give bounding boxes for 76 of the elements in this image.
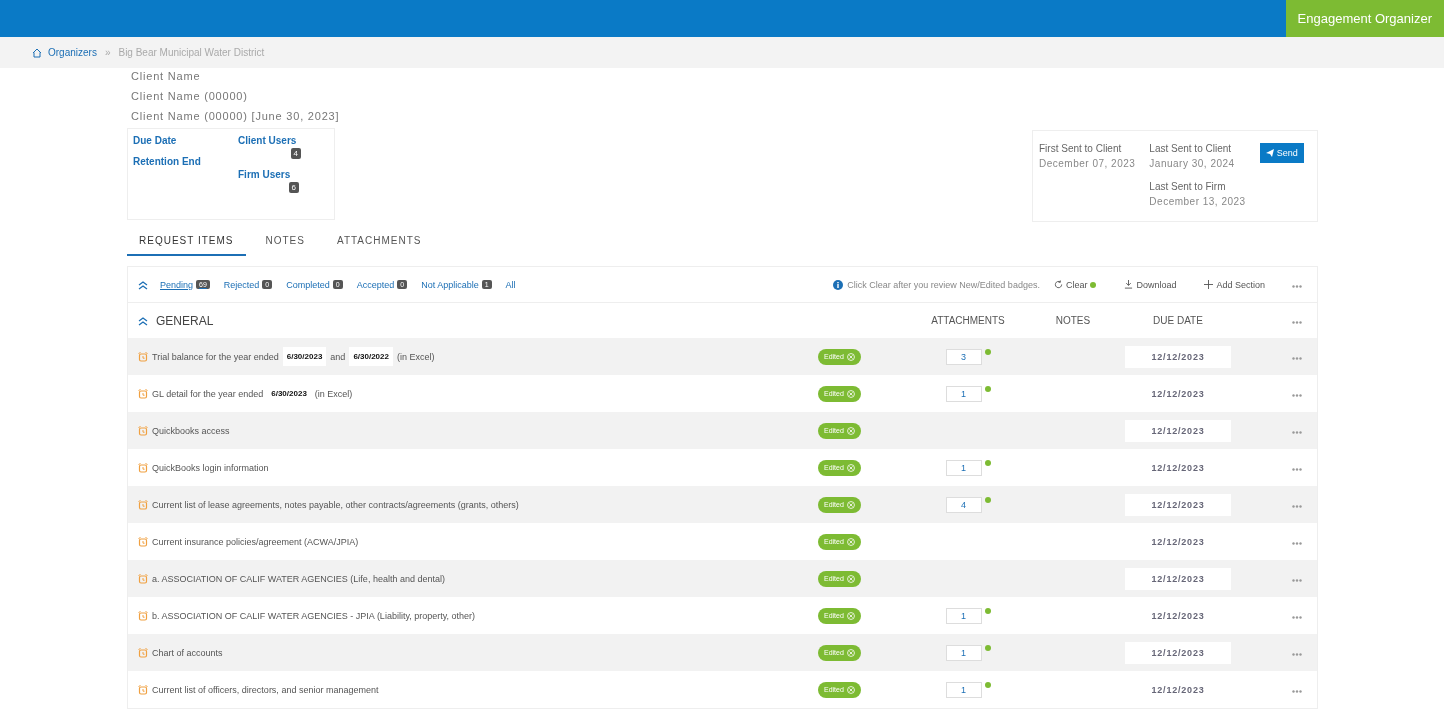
item-text: and <box>330 351 346 362</box>
alarm-clock-icon <box>138 536 148 547</box>
field-label: Retention End <box>133 156 202 167</box>
item-text: Quickbooks access <box>152 425 230 436</box>
field-label: Client Users <box>238 135 298 146</box>
breadcrumb-current: Big Bear Municipal Water District <box>118 47 265 58</box>
field-value: January 30, 2024 <box>1149 158 1236 169</box>
item-text: QuickBooks login information <box>152 462 269 473</box>
alarm-clock-icon <box>138 647 148 658</box>
attachment-count[interactable]: 1 <box>945 644 982 661</box>
clear-button[interactable]: Clear <box>1047 278 1103 291</box>
tab[interactable]: REQUEST ITEMS <box>127 226 246 256</box>
attachment-count[interactable]: 3 <box>945 348 982 365</box>
collapse-icon[interactable] <box>138 315 148 326</box>
add-section-button[interactable]: Add Section <box>1198 278 1271 291</box>
send-button[interactable]: Send <box>1259 143 1304 163</box>
item-text: Current insurance policies/agreement (ACWA/JPIA) <box>152 536 359 547</box>
refresh-icon <box>1053 280 1063 289</box>
item-text: Trial balance for the year ended <box>152 351 279 362</box>
client-name: Client Name (00000) [June 30, 2023] <box>130 109 341 124</box>
item-text: Current list of lease agreements, notes payable, other contracts/agreements (grants, others) <box>152 499 519 510</box>
download-button[interactable]: Download <box>1118 278 1183 291</box>
field-label: Due Date <box>133 135 178 146</box>
alarm-clock-icon <box>138 351 148 362</box>
tab[interactable]: ATTACHMENTS <box>324 226 434 256</box>
alarm-clock-icon <box>138 425 148 436</box>
alarm-clock-icon <box>138 610 148 621</box>
breadcrumb-link[interactable]: Organizers <box>32 47 97 58</box>
item-text: (in Excel) <box>314 388 353 399</box>
home-icon <box>32 47 42 58</box>
count-badge: 4 <box>290 148 301 159</box>
plus-icon <box>1204 280 1214 289</box>
count-badge: 6 <box>288 182 299 193</box>
alarm-clock-icon <box>138 684 148 695</box>
collapse-icon[interactable] <box>138 279 148 290</box>
item-text: a. ASSOCIATION OF CALIF WATER AGENCIES (Life, health and dental) <box>152 573 445 584</box>
info-icon <box>833 279 844 290</box>
item-text: Current list of officers, directors, and senior management <box>152 684 379 695</box>
column-header: NOTES <box>1054 315 1092 326</box>
alarm-clock-icon <box>138 573 148 584</box>
column-header: ATTACHMENTS <box>930 315 1006 326</box>
client-name: Client Name (00000) <box>130 89 249 104</box>
field-label: Last Sent to Firm <box>1149 181 1227 192</box>
breadcrumb-separator: » <box>104 47 111 58</box>
tab[interactable]: NOTES <box>253 226 317 256</box>
item-text: b. ASSOCIATION OF CALIF WATER AGENCIES - JPIA (Liability, property, other) <box>152 610 476 621</box>
client-name: Client Name <box>130 69 202 84</box>
date-chip: 6/30/2022 <box>349 347 393 366</box>
date-chip: 6/30/2023 <box>282 347 327 366</box>
alarm-clock-icon <box>138 462 148 473</box>
item-text: (in Excel) <box>396 351 435 362</box>
due-date: 12/12/2023 <box>1125 641 1231 664</box>
download-icon <box>1124 280 1134 289</box>
due-date: 12/12/2023 <box>1125 345 1231 368</box>
item-text: Chart of accounts <box>152 647 223 658</box>
alarm-clock-icon <box>138 499 148 510</box>
due-date: 12/12/2023 <box>1125 419 1231 442</box>
field-label: First Sent to Client <box>1039 143 1123 154</box>
filter-link[interactable]: All <box>505 279 516 290</box>
hint-text: Click Clear after you review New/Edited badges. <box>847 279 1040 290</box>
send-icon <box>1265 149 1274 157</box>
attachment-count[interactable]: 4 <box>945 496 982 513</box>
attachment-count[interactable]: 1 <box>945 607 982 624</box>
due-date: 12/12/2023 <box>1125 567 1231 590</box>
attachment-count[interactable]: 1 <box>945 385 982 402</box>
column-header: DUE DATE <box>1152 315 1204 326</box>
due-date: 12/12/2023 <box>1125 493 1231 516</box>
attachment-count[interactable]: 1 <box>945 459 982 476</box>
field-value: December 07, 2023 <box>1039 158 1136 169</box>
field-value: December 13, 2023 <box>1149 196 1246 207</box>
attachment-count[interactable]: 1 <box>945 681 982 698</box>
item-text: GL detail for the year ended <box>152 388 264 399</box>
field-label: Firm Users <box>238 169 292 180</box>
section-title: GENERAL <box>156 313 214 328</box>
alarm-clock-icon <box>138 388 148 399</box>
field-label: Last Sent to Client <box>1149 143 1233 154</box>
